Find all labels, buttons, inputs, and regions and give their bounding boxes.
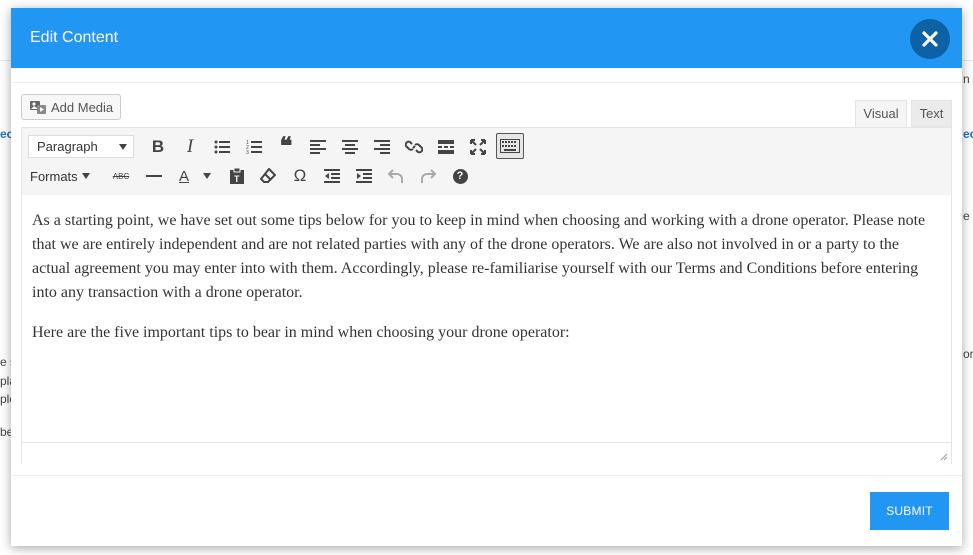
paragraph-format-value: Paragraph bbox=[37, 139, 98, 154]
background-text-fragment: e bbox=[963, 209, 970, 223]
horizontal-line-icon[interactable] bbox=[143, 166, 165, 186]
special-character-icon[interactable]: Ω bbox=[289, 166, 311, 186]
media-icon bbox=[30, 101, 46, 114]
rich-text-editor: Paragraph B I 123 ❝ Formats ABC A T Ω ? … bbox=[21, 127, 952, 464]
formats-dropdown[interactable]: Formats bbox=[30, 166, 90, 186]
align-right-icon[interactable] bbox=[371, 136, 393, 158]
indent-icon[interactable] bbox=[353, 166, 375, 186]
modal-header: Edit Content bbox=[11, 8, 962, 68]
tab-visual[interactable]: Visual bbox=[855, 100, 907, 127]
editor-status-bar bbox=[22, 442, 951, 464]
link-icon[interactable] bbox=[403, 136, 425, 158]
help-glyph: ? bbox=[452, 168, 468, 184]
edit-content-modal: Edit Content Add Media Visual Text Parag… bbox=[11, 8, 962, 546]
text-color-letter: A bbox=[178, 167, 189, 185]
svg-text:3: 3 bbox=[246, 150, 249, 154]
svg-text:T: T bbox=[234, 174, 240, 184]
clear-formatting-icon[interactable] bbox=[257, 166, 279, 186]
background-link-fragment: ect bbox=[963, 127, 973, 141]
close-icon bbox=[922, 31, 938, 47]
text-color-icon[interactable]: A bbox=[173, 165, 195, 187]
numbered-list-icon[interactable]: 123 bbox=[243, 136, 265, 158]
italic-icon[interactable]: I bbox=[179, 136, 201, 158]
help-icon[interactable]: ? bbox=[449, 166, 471, 186]
close-button[interactable] bbox=[910, 19, 950, 59]
paragraph-format-select[interactable]: Paragraph bbox=[28, 135, 134, 158]
bulleted-list-icon[interactable] bbox=[211, 136, 233, 158]
add-media-button[interactable]: Add Media bbox=[21, 94, 121, 120]
content-paragraph: As a starting point, we have set out som… bbox=[32, 212, 926, 301]
chevron-down-icon bbox=[81, 173, 90, 179]
read-more-icon[interactable] bbox=[435, 136, 457, 158]
editor-toolbar: Paragraph B I 123 ❝ Formats ABC A T Ω ? bbox=[22, 128, 951, 196]
resize-handle-icon[interactable] bbox=[940, 453, 948, 461]
submit-button[interactable]: SUBMIT bbox=[870, 492, 949, 530]
editor-content[interactable]: As a starting point, we have set out som… bbox=[22, 195, 951, 442]
background-text-fragment: n bbox=[963, 72, 970, 86]
divider bbox=[11, 475, 962, 476]
content-paragraph: Here are the five important tips to bear… bbox=[32, 324, 570, 341]
background-text-fragment: or bbox=[963, 347, 973, 361]
formats-label: Formats bbox=[30, 168, 78, 184]
strikethrough-icon[interactable]: ABC bbox=[110, 166, 132, 186]
paste-as-text-icon[interactable]: T bbox=[226, 166, 248, 186]
chevron-down-icon bbox=[119, 144, 127, 150]
toolbar-toggle-icon[interactable] bbox=[496, 133, 524, 159]
tab-text[interactable]: Text bbox=[911, 100, 952, 127]
chevron-down-icon[interactable] bbox=[200, 166, 214, 186]
outdent-icon[interactable] bbox=[321, 166, 343, 186]
add-media-label: Add Media bbox=[51, 99, 114, 115]
divider bbox=[11, 82, 962, 83]
fullscreen-icon[interactable] bbox=[467, 136, 489, 158]
redo-icon[interactable] bbox=[417, 166, 439, 186]
align-left-icon[interactable] bbox=[307, 136, 329, 158]
modal-title: Edit Content bbox=[30, 29, 119, 46]
align-center-icon[interactable] bbox=[339, 136, 361, 158]
bold-icon[interactable]: B bbox=[147, 136, 169, 158]
blockquote-icon[interactable]: ❝ bbox=[275, 133, 297, 160]
undo-icon[interactable] bbox=[385, 166, 407, 186]
